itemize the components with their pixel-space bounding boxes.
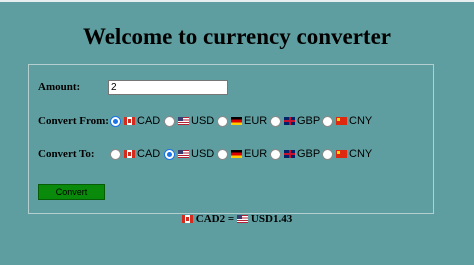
option-label: EUR	[244, 115, 268, 127]
usa-flag-icon	[178, 150, 189, 158]
radio-button[interactable]	[164, 148, 175, 160]
convert-to-option-usd[interactable]: USD	[164, 147, 214, 161]
convert-to-option-gbp[interactable]: GBP	[270, 147, 320, 161]
amount-input[interactable]	[108, 80, 228, 95]
result-from-code: CAD	[195, 213, 220, 225]
convert-from-label: Convert From:	[38, 115, 109, 127]
convert-button[interactable]: Convert	[38, 184, 105, 200]
option-label: USD	[191, 115, 215, 127]
radio-button[interactable]	[217, 115, 228, 127]
canada-flag-icon	[124, 150, 135, 158]
result-to-code: USD	[250, 213, 273, 225]
convert-to-label: Convert To:	[38, 148, 95, 160]
amount-label: Amount:	[38, 81, 81, 93]
option-label: CAD	[137, 148, 161, 160]
radio-button[interactable]	[270, 148, 281, 160]
convert-to-option-cad[interactable]: CAD	[110, 147, 160, 161]
page: Welcome to currency converter Amount: Co…	[0, 0, 474, 265]
top-divider	[0, 0, 474, 2]
uk-flag-icon	[284, 117, 295, 125]
page-title: Welcome to currency converter	[82, 24, 392, 49]
option-label: CAD	[137, 115, 161, 127]
radio-button[interactable]	[322, 148, 333, 160]
canada-flag-icon	[124, 117, 135, 125]
china-flag-icon	[336, 150, 347, 158]
result-to-amount: 1.43	[272, 213, 293, 225]
option-label: CNY	[349, 115, 373, 127]
radio-button[interactable]	[217, 148, 228, 160]
china-flag-icon	[336, 117, 347, 125]
conversion-result: CAD 2 = USD 1.43	[0, 213, 474, 225]
usa-flag-icon	[236, 215, 248, 223]
radio-button[interactable]	[164, 115, 175, 127]
convert-from-option-cad[interactable]: CAD	[110, 114, 160, 128]
option-label: GBP	[297, 115, 321, 127]
radio-button[interactable]	[270, 115, 281, 127]
convert-from-option-cny[interactable]: CNY	[322, 114, 372, 128]
convert-from-option-usd[interactable]: USD	[164, 114, 214, 128]
canada-flag-icon	[181, 215, 193, 223]
uk-flag-icon	[284, 150, 295, 158]
germany-flag-icon	[231, 150, 242, 158]
option-label: CNY	[349, 148, 373, 160]
convert-to-option-cny[interactable]: CNY	[322, 147, 372, 161]
usa-flag-icon	[178, 117, 189, 125]
germany-flag-icon	[231, 117, 242, 125]
option-label: EUR	[244, 148, 268, 160]
convert-to-option-eur[interactable]: EUR	[217, 147, 267, 161]
option-label: GBP	[297, 148, 321, 160]
convert-from-option-eur[interactable]: EUR	[217, 114, 267, 128]
radio-button[interactable]	[110, 148, 121, 160]
result-equals: =	[225, 213, 237, 225]
radio-button[interactable]	[110, 115, 121, 127]
radio-button[interactable]	[322, 115, 333, 127]
convert-from-option-gbp[interactable]: GBP	[270, 114, 320, 128]
option-label: USD	[191, 148, 215, 160]
